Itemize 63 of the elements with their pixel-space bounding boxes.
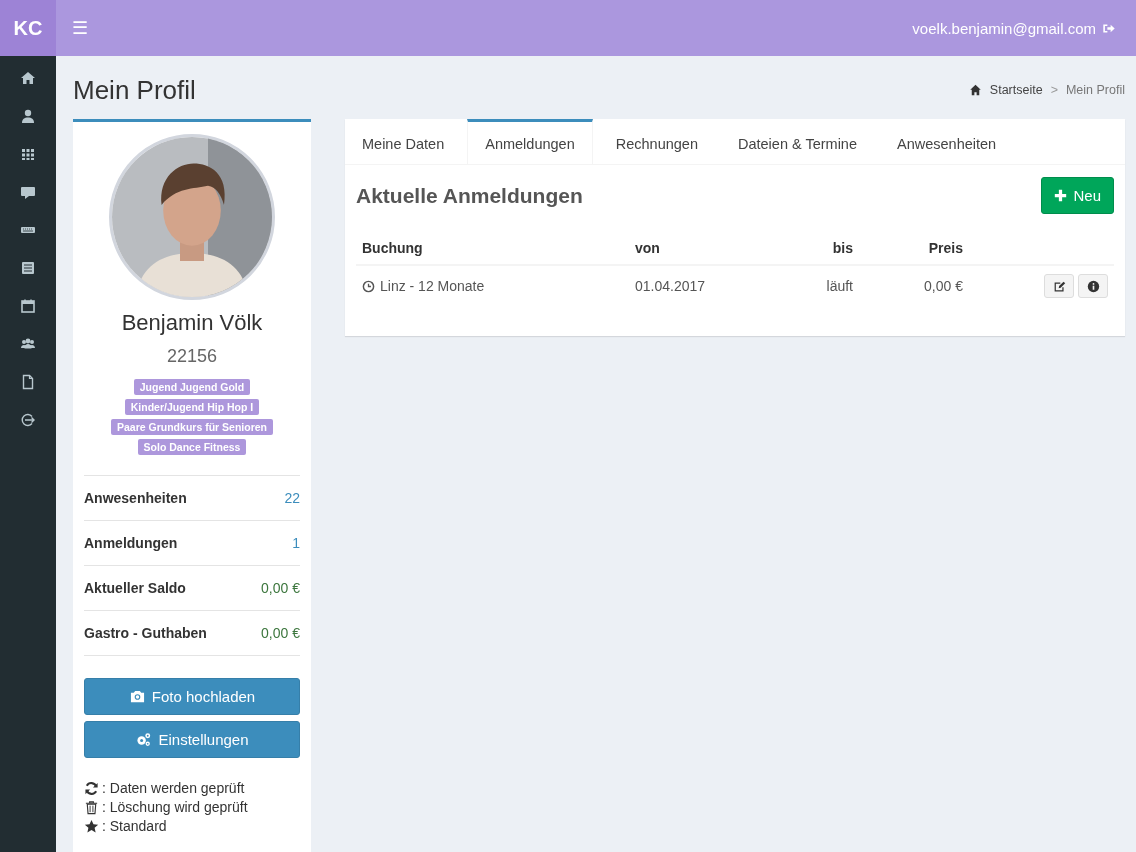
tab[interactable]: Meine Daten (345, 119, 462, 164)
star-icon (84, 818, 99, 834)
column-header: Buchung (356, 232, 629, 265)
plus-icon (1054, 189, 1068, 202)
edit-button[interactable] (1044, 274, 1074, 298)
legend-text: : Standard (102, 818, 167, 834)
member-number: 22156 (166, 346, 218, 367)
tab[interactable]: Rechnungen (598, 119, 715, 164)
tab[interactable]: Anwesenheiten (880, 119, 1014, 164)
newspaper-icon[interactable] (20, 260, 36, 276)
course-tag: Solo Dance Fitness (137, 439, 247, 455)
info-button[interactable] (1078, 274, 1108, 298)
tab[interactable]: Anmeldungen (467, 119, 593, 164)
table-cell: 01.04.2017 (629, 265, 769, 306)
column-header: bis (769, 232, 859, 265)
trash-icon (84, 799, 99, 815)
home-icon[interactable] (20, 70, 36, 86)
legend-text: : Daten werden geprüft (102, 780, 245, 796)
course-tag: Kinder/Jugend Hip Hop I (124, 399, 260, 415)
menu-button[interactable]: ☰ (72, 17, 88, 39)
column-header: von (629, 232, 769, 265)
stat-label: Aktueller Saldo (84, 580, 186, 596)
table-cell: Linz - 12 Monate (380, 278, 485, 294)
calendar-icon[interactable] (20, 298, 36, 314)
group-icon[interactable] (20, 336, 36, 352)
stat-value: 0,00 € (261, 580, 300, 596)
stat-label: Anwesenheiten (84, 490, 187, 506)
camera-icon (128, 689, 146, 704)
legend-text: : Löschung wird geprüft (102, 799, 248, 815)
logo[interactable]: KC (0, 0, 56, 56)
upload-photo-button[interactable]: Foto hochladen (84, 678, 300, 715)
tab[interactable]: Dateien & Termine (720, 119, 874, 164)
stat-value[interactable]: 22 (284, 490, 300, 506)
edit-icon (1052, 279, 1066, 293)
grid-icon[interactable] (20, 146, 36, 162)
settings-button[interactable]: Einstellungen (84, 721, 300, 758)
gears-icon (135, 732, 153, 747)
logout-icon[interactable] (20, 412, 36, 428)
clock-icon (362, 279, 375, 293)
breadcrumb-link[interactable]: Mein Profil (1065, 83, 1125, 97)
chat-icon[interactable] (20, 184, 36, 200)
user-icon[interactable] (20, 108, 36, 124)
section-title: Aktuelle Anmeldungen (356, 183, 583, 208)
user-email[interactable]: voelk.benjamin@gmail.com (912, 19, 1096, 37)
sign-out-icon (1102, 21, 1116, 35)
breadcrumb-link[interactable]: Startseite (989, 83, 1043, 97)
file-icon[interactable] (20, 374, 36, 390)
column-header: Preis (859, 232, 969, 265)
table-cell: 0,00 € (859, 265, 969, 306)
stat-label: Anmeldungen (84, 535, 178, 551)
table-cell: läuft (769, 265, 859, 306)
profile-name: Benjamin Völk (121, 310, 263, 336)
course-tag: Paare Grundkurs für Senioren (111, 419, 273, 435)
breadcrumb-separator: > (1050, 83, 1058, 97)
home-icon (968, 84, 982, 96)
stat-label: Gastro - Guthaben (84, 625, 207, 641)
new-button[interactable]: Neu (1041, 177, 1114, 214)
stat-value[interactable]: 1 (292, 535, 300, 551)
course-tag: Jugend Jugend Gold (133, 379, 251, 395)
refresh-icon (84, 780, 99, 796)
info-icon (1086, 279, 1100, 293)
page-title: Mein Profil (73, 74, 196, 106)
stat-value: 0,00 € (261, 625, 300, 641)
